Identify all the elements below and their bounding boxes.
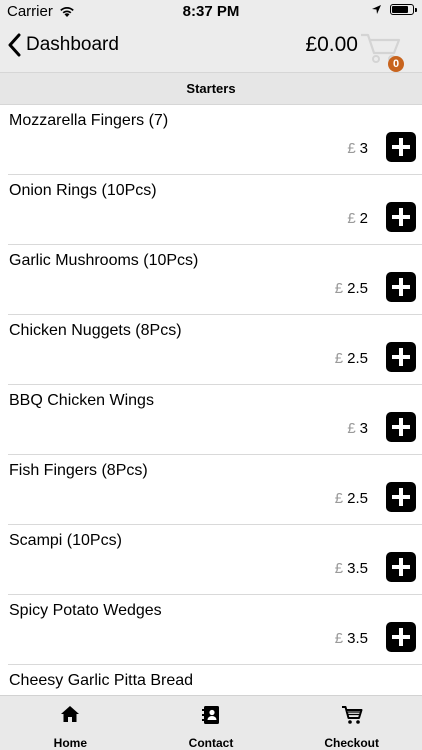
currency-symbol: £	[334, 560, 344, 577]
section-title: Starters	[0, 72, 422, 105]
item-price: £ 2.5	[335, 280, 368, 297]
item-name: BBQ Chicken Wings	[9, 392, 154, 409]
currency-symbol: £	[334, 350, 344, 367]
add-button[interactable]	[386, 482, 416, 512]
item-name: Garlic Mushrooms (10Pcs)	[9, 252, 199, 269]
add-button[interactable]	[386, 202, 416, 232]
item-name: Spicy Potato Wedges	[9, 602, 162, 619]
item-name: Mozzarella Fingers (7)	[9, 112, 169, 129]
item-price: £ 3	[347, 420, 368, 437]
price-value: 3	[359, 420, 368, 437]
status-indicators	[371, 4, 417, 15]
price-value: 3	[359, 140, 368, 157]
back-button[interactable]: Dashboard	[8, 33, 119, 57]
price-value: 2.5	[347, 350, 368, 367]
nav-bar: Dashboard £0.00 0	[0, 24, 422, 72]
list-item: Scampi (10Pcs) £ 3.5	[8, 525, 422, 595]
price-value: 2	[359, 210, 368, 227]
cart-total: £0.00	[305, 33, 358, 56]
tab-bar: Home Contact Checkout	[0, 695, 422, 750]
tab-label: Home	[53, 736, 87, 750]
currency-symbol: £	[347, 140, 356, 157]
item-name: Cheesy Garlic Pitta Bread	[9, 672, 194, 689]
status-bar: Carrier 8:37 PM	[0, 0, 422, 24]
add-button[interactable]	[386, 272, 416, 302]
currency-symbol: £	[347, 210, 356, 227]
item-price: £ 2	[347, 210, 368, 227]
tab-label: Contact	[188, 736, 234, 750]
item-name: Scampi (10Pcs)	[9, 532, 122, 549]
battery-icon	[390, 4, 417, 15]
currency-symbol: £	[347, 420, 356, 437]
list-item: Onion Rings (10Pcs) £ 2	[8, 175, 422, 245]
home-icon	[61, 706, 80, 722]
item-name: Chicken Nuggets (8Pcs)	[9, 322, 182, 339]
contacts-icon	[202, 706, 219, 724]
add-button[interactable]	[386, 622, 416, 652]
location-arrow-icon	[372, 5, 381, 14]
list-item: BBQ Chicken Wings £ 3	[8, 385, 422, 455]
currency-symbol: £	[334, 280, 344, 297]
item-price: £ 3.5	[335, 560, 368, 577]
tab-contact[interactable]: Contact	[141, 696, 282, 750]
currency-symbol: £	[334, 630, 344, 647]
list-item: Fish Fingers (8Pcs) £ 2.5	[8, 455, 422, 525]
chevron-left-icon	[8, 33, 21, 57]
add-button[interactable]	[386, 132, 416, 162]
add-button[interactable]	[386, 412, 416, 442]
price-value: 2.5	[347, 280, 368, 297]
tab-home[interactable]: Home	[0, 696, 141, 750]
item-name: Onion Rings (10Pcs)	[9, 182, 157, 199]
list-item: Mozzarella Fingers (7) £ 3	[8, 105, 422, 175]
item-price: £ 3	[347, 140, 368, 157]
menu-list: Mozzarella Fingers (7) £ 3 Onion Rings (…	[0, 105, 422, 695]
currency-symbol: £	[334, 490, 344, 507]
item-price: £ 3.5	[335, 630, 368, 647]
price-value: 2.5	[347, 490, 368, 507]
status-time: 8:37 PM	[182, 3, 240, 20]
list-item: Cheesy Garlic Pitta Bread	[8, 665, 422, 695]
item-price: £ 2.5	[335, 490, 368, 507]
cart-count-badge: 0	[388, 56, 404, 72]
item-name: Fish Fingers (8Pcs)	[9, 462, 148, 479]
cart-icon	[341, 706, 363, 724]
item-price: £ 2.5	[335, 350, 368, 367]
price-value: 3.5	[347, 560, 368, 577]
add-button[interactable]	[386, 552, 416, 582]
tab-label: Checkout	[324, 736, 380, 750]
add-button[interactable]	[386, 342, 416, 372]
list-item: Garlic Mushrooms (10Pcs) £ 2.5	[8, 245, 422, 315]
list-item: Spicy Potato Wedges £ 3.5	[8, 595, 422, 665]
tab-checkout[interactable]: Checkout	[281, 696, 422, 750]
list-item: Chicken Nuggets (8Pcs) £ 2.5	[8, 315, 422, 385]
back-label: Dashboard	[26, 34, 119, 55]
price-value: 3.5	[347, 630, 368, 647]
